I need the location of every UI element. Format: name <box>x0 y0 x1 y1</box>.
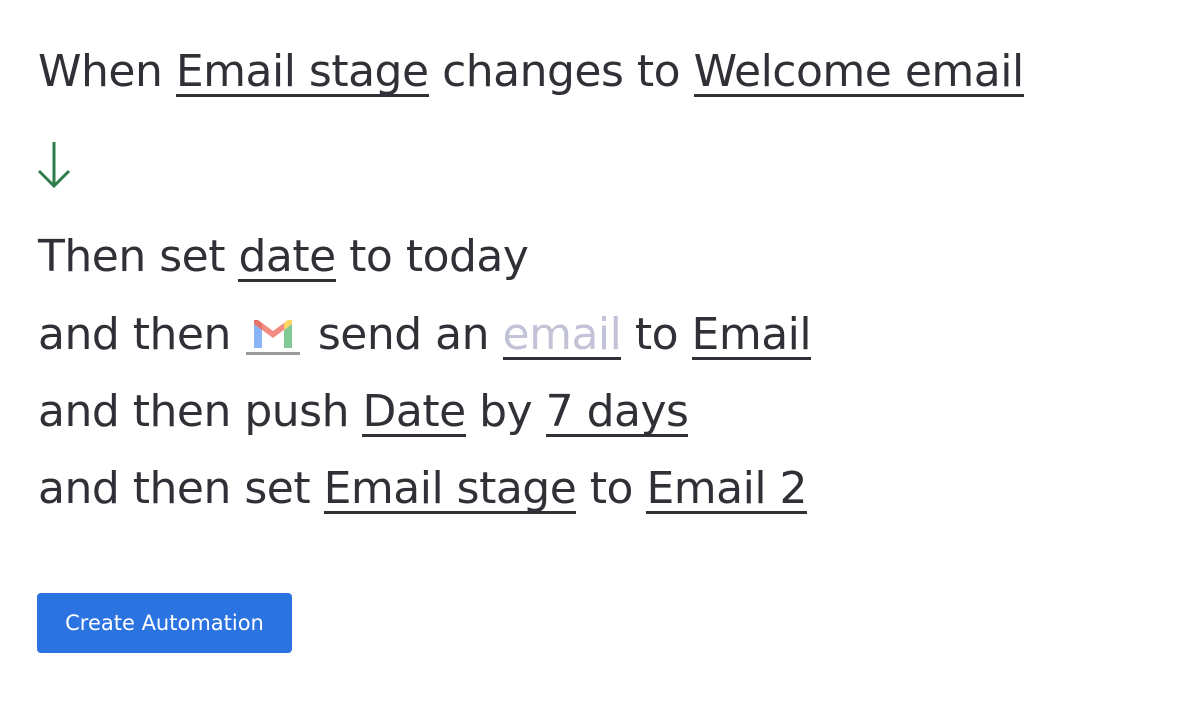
app-selector[interactable] <box>246 312 301 355</box>
duration-selector[interactable]: 7 days <box>545 390 689 437</box>
action-prefix: and then push <box>38 386 349 437</box>
recipient-field-selector[interactable]: Email <box>691 313 812 360</box>
action-suffix: to today <box>349 231 529 282</box>
arrow-down-icon <box>36 140 72 194</box>
action-connector: to <box>634 309 679 360</box>
action-prefix: and then <box>38 309 231 360</box>
action-send-email: and then send an email to Email <box>38 307 812 363</box>
action-connector: by <box>479 386 533 437</box>
create-automation-button[interactable]: Create Automation <box>37 593 292 653</box>
trigger-value-selector[interactable]: Welcome email <box>693 50 1024 97</box>
action-prefix: Then set <box>38 231 225 282</box>
action-connector: to <box>589 463 634 514</box>
action-push-date: and then push Date by 7 days <box>38 384 689 440</box>
email-template-selector[interactable]: email <box>502 313 622 360</box>
action-prefix: and then set <box>38 463 311 514</box>
stage-value-selector[interactable]: Email 2 <box>646 467 808 514</box>
stage-field-selector[interactable]: Email stage <box>323 467 577 514</box>
trigger-verb: changes to <box>442 46 681 97</box>
trigger-sentence: When Email stage changes to Welcome emai… <box>38 44 1024 100</box>
push-date-field-selector[interactable]: Date <box>362 390 466 437</box>
gmail-icon <box>254 320 293 348</box>
action-set-stage: and then set Email stage to Email 2 <box>38 461 808 517</box>
date-field-selector[interactable]: date <box>238 235 336 282</box>
action-verb: send an <box>317 309 490 360</box>
trigger-prefix: When <box>38 46 163 97</box>
action-set-date: Then set date to today <box>38 229 529 285</box>
trigger-field-selector[interactable]: Email stage <box>175 50 429 97</box>
